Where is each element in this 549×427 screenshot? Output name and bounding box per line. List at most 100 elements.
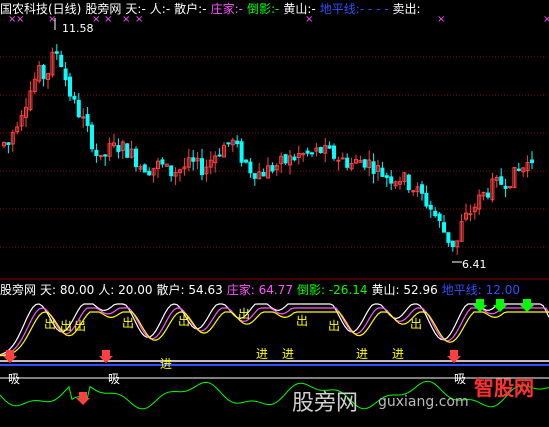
ren-label: 人:-	[149, 2, 171, 16]
candle-body	[420, 184, 424, 194]
dipingxian-value: 地平线: 12.00	[441, 283, 520, 297]
tian-value: 天: 80.00	[40, 283, 95, 297]
candle-body	[332, 145, 336, 159]
bottom-panel-header: 股旁网 天: 80.00 人: 20.00 散户: 54.63 庄家: 64.7…	[0, 281, 520, 299]
signal-mark: ×	[437, 14, 445, 25]
low-price-label: 6.41	[462, 258, 487, 271]
ren-value: 人: 20.00	[98, 283, 153, 297]
candle-body	[499, 176, 504, 185]
candle-body	[442, 222, 446, 233]
chart-canvas: 11.586.41× × × × × × × × × ×出出出出出出出出出进进进进进吸吸吸	[0, 14, 549, 410]
candle-body	[147, 170, 152, 176]
bottom-indicator-name: 股旁网	[0, 283, 37, 297]
candle-body	[270, 165, 275, 172]
candle-body	[94, 149, 99, 156]
sell-arrow-icon	[493, 299, 507, 312]
candle-body	[226, 142, 231, 145]
candle-body	[85, 114, 90, 126]
candle-body	[292, 156, 297, 161]
jin-signal: 进	[392, 347, 404, 361]
candle-body	[340, 157, 345, 160]
chu-signal: 出	[60, 319, 72, 333]
candle-body	[72, 95, 77, 100]
huangshan-value: 黄山: 52.96	[371, 283, 438, 297]
candle-body	[6, 142, 11, 145]
candle-body	[384, 175, 389, 178]
chu-signal: 出	[74, 319, 86, 333]
candle-body	[63, 68, 68, 81]
candle-body	[530, 159, 534, 164]
candle-body	[468, 213, 473, 216]
high-price-label: 11.58	[62, 22, 94, 35]
candle-body	[437, 213, 442, 221]
candle-body	[516, 168, 521, 171]
candle-body	[244, 159, 248, 163]
zhuangjia-value: 庄家: 64.77	[226, 283, 293, 297]
candle-body	[191, 157, 196, 162]
daoying-label: 倒影:-	[246, 2, 280, 16]
candle-body	[406, 174, 411, 191]
xi-signal: 吸	[454, 372, 466, 386]
candle-body	[424, 192, 429, 207]
candle-body	[433, 210, 438, 217]
chu-signal: 出	[178, 314, 190, 328]
chu-signal: 出	[238, 307, 250, 321]
candle-body	[318, 146, 323, 153]
top-panel-header: 国农科技(日线) 股旁网 天:- 人:- 散户:- 庄家:- 倒影:- 黄山:-…	[0, 0, 421, 18]
watermark-text: 股旁网	[292, 391, 359, 416]
tian-label: 天:-	[125, 2, 146, 16]
candle-body	[336, 159, 341, 162]
xi-signal: 吸	[108, 372, 120, 386]
candle-body	[428, 204, 433, 210]
chu-signal: 出	[296, 314, 308, 328]
candle-body	[200, 158, 204, 176]
candle-body	[103, 154, 108, 157]
jin-signal: 进	[256, 347, 268, 361]
daoying-value: 倒影: -26.14	[296, 283, 368, 297]
sanhu-label: 散户:-	[174, 2, 207, 16]
candle-body	[54, 51, 59, 54]
jin-signal: 进	[160, 357, 172, 371]
candle-body	[345, 157, 350, 168]
chu-signal: 出	[44, 317, 56, 331]
xi-signal: 吸	[8, 372, 20, 386]
jin-signal: 进	[356, 347, 368, 361]
candle-body	[68, 76, 72, 97]
candle-body	[252, 173, 257, 179]
candle-body	[76, 99, 81, 118]
candle-body	[371, 161, 376, 174]
stock-title: 国农科技(日线)	[0, 2, 82, 16]
candle-body	[389, 176, 394, 184]
candle-body	[380, 167, 385, 177]
maichu-label: 卖出:	[392, 2, 421, 16]
chu-signal: 出	[122, 316, 134, 330]
candle-body	[446, 232, 451, 243]
candle-body	[248, 161, 253, 174]
candle-body	[261, 171, 266, 177]
candle-body	[305, 150, 310, 154]
watermark-logo: 智股网	[474, 376, 534, 400]
candle-body	[239, 141, 244, 163]
candle-body	[160, 159, 165, 165]
huangshan-label: 黄山:-	[283, 2, 316, 16]
candle-body	[134, 148, 138, 168]
zhuangjia-label: 庄家:-	[210, 2, 243, 16]
candle-body	[235, 140, 240, 145]
chu-signal: 出	[328, 319, 340, 333]
candle-body	[310, 152, 314, 155]
chu-signal: 出	[410, 317, 422, 331]
candle-body	[362, 159, 367, 168]
jin-signal: 进	[282, 347, 294, 361]
sell-arrow-icon	[520, 299, 534, 312]
dipingxian-label: 地平线:- - - -	[319, 2, 389, 16]
candle-body	[59, 54, 64, 67]
candle-body	[41, 64, 46, 80]
candle-body	[283, 154, 288, 164]
candle-body	[217, 154, 222, 157]
candle-body	[503, 185, 508, 189]
sanhu-value: 散户: 54.63	[156, 283, 223, 297]
candle-body	[450, 240, 455, 248]
watermark-url: guxiang.com	[378, 394, 469, 410]
candle-body	[142, 164, 147, 173]
candle-body	[90, 124, 94, 150]
